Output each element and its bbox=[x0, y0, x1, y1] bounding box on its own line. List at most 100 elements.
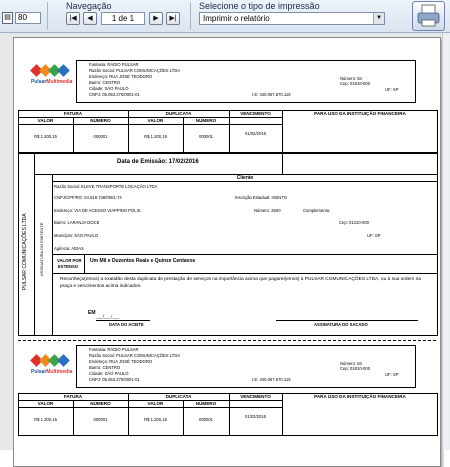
client-endereco: Endereço: VIA DE ACESSO VIAPPINO POLIS bbox=[54, 208, 141, 213]
issuer-endereco: Endereço: RUA JOSÉ TEODORO bbox=[89, 74, 153, 79]
page-indicator[interactable]: 1 de 1 bbox=[101, 12, 145, 25]
issuer-fantasia: Fantasia: RÁDIO PULSAR bbox=[89, 347, 139, 352]
zoom-input[interactable]: 80 bbox=[15, 12, 41, 24]
header-fatura: FATURA bbox=[63, 394, 83, 399]
duplicata-valor: R$ 1.200,15 bbox=[144, 134, 167, 139]
extenso-label-2: EXTENSO bbox=[58, 264, 79, 269]
issuer-cnpj: CNPJ: 05.053.275/0001-01 bbox=[89, 377, 140, 382]
issuer-fantasia: Fantasia: RÁDIO PULSAR bbox=[89, 62, 139, 67]
issuer-ie: I.E: 440.067.670.116 bbox=[252, 377, 291, 382]
issuer-razao: Razão Social: PULSAR COMUNICAÇÕES LTDA bbox=[89, 353, 181, 358]
em-label: EM bbox=[88, 310, 96, 316]
previous-page-button[interactable]: ◀ bbox=[83, 12, 97, 25]
issuer-bairro: Bairro: CENTRO bbox=[89, 365, 121, 370]
table-rule bbox=[18, 124, 282, 125]
header-valor: VALOR bbox=[37, 118, 54, 123]
issuer-ie: I.E: 440.067.670.116 bbox=[252, 92, 291, 97]
vencimento-value: 01/02/2016 bbox=[245, 131, 266, 136]
client-ie: Inscrição Estadual: ISENTO bbox=[235, 195, 288, 200]
table-rule bbox=[52, 181, 438, 182]
header-duplicata: DUPLICATA bbox=[165, 111, 192, 116]
issuer-endereco: Endereço: RUA JOSÉ TEODORO bbox=[89, 359, 153, 364]
client-cnpj: CNPJ/CPF/RG: 04.818.748/0001-74 bbox=[54, 195, 122, 200]
vencimento-value: 01/02/2016 bbox=[245, 414, 266, 419]
signer-caption: ASSINATURA DO SACADO bbox=[314, 322, 368, 327]
header-uso: PARA USO DA INSTITUIÇÃO FINANCEIRA bbox=[314, 111, 406, 116]
logo-brand2: Multimedia bbox=[46, 79, 73, 85]
issuer-uf: UF: SP bbox=[385, 372, 399, 377]
logo-brand2: Multimedia bbox=[46, 369, 73, 375]
vertical-scrollbar[interactable] bbox=[442, 33, 450, 450]
emission-date: Data de Emissão: 17/02/2016 bbox=[117, 159, 199, 165]
header-numero: NÚMERO bbox=[90, 401, 111, 406]
report-page: PulsarMultimedia Fantasia: RÁDIO PULSAR … bbox=[13, 37, 441, 467]
header-numero: NÚMERO bbox=[90, 118, 111, 123]
fatura-numero: 000001 bbox=[93, 134, 108, 139]
issuer-razao: Razão Social: PULSAR COMUNICAÇÕES LTDA bbox=[89, 68, 181, 73]
cut-line bbox=[18, 340, 436, 341]
side-label-company: PULSAR COMUNICAÇÕES LTDA bbox=[22, 213, 28, 290]
table-rule bbox=[52, 254, 438, 255]
table-rule bbox=[34, 153, 35, 336]
table-rule bbox=[18, 407, 282, 408]
client-uf: UF: SP bbox=[367, 233, 381, 238]
fatura-valor: R$ 1.200,15 bbox=[34, 134, 57, 139]
client-bairro: Bairro: LARANJA DOCE bbox=[54, 220, 100, 225]
print-button[interactable] bbox=[412, 1, 445, 31]
logo-mark bbox=[57, 354, 70, 367]
issuer-uf: UF: SP bbox=[385, 87, 399, 92]
logo-text: PulsarMultimedia bbox=[31, 80, 72, 85]
signature-line bbox=[276, 320, 418, 321]
duplicata-numero: 000001 bbox=[199, 417, 213, 422]
first-page-button[interactable]: |◀ bbox=[66, 12, 80, 25]
page-setup-icon[interactable]: ▤ bbox=[2, 12, 13, 24]
client-complemento: Complemento: bbox=[303, 208, 331, 213]
issuer-cep: Cep: 01810-000 bbox=[340, 81, 371, 86]
printer-icon bbox=[417, 4, 440, 27]
side-label-signature: ASSINATURA DO EMITENTE bbox=[39, 222, 44, 277]
logo-text: PulsarMultimedia bbox=[31, 370, 72, 375]
client-razao: Razão Social: ELEVE TRANSPORTE LOCAÇÃO L… bbox=[54, 184, 158, 189]
next-page-button[interactable]: ▶ bbox=[149, 12, 163, 25]
date-caption: DATA DO ACEITE bbox=[109, 322, 144, 327]
chevron-down-icon[interactable]: ▼ bbox=[373, 13, 384, 24]
table-rule bbox=[84, 254, 85, 273]
date-blank: ___/___/___ bbox=[96, 314, 120, 319]
client-municipio: Município: SÃO PAULO bbox=[54, 233, 99, 238]
extenso-text: Um Mil e Duzentos Reais e Quinze Centavo… bbox=[90, 258, 196, 264]
header-vencimento: VENCIMENTO bbox=[240, 394, 271, 399]
client-agencia: Agência: ADIAS bbox=[54, 246, 84, 251]
duplicata-valor: R$ 1.200,15 bbox=[144, 417, 167, 422]
client-numero: Número: 2500 bbox=[254, 208, 281, 213]
print-type-label: Selecione o tipo de impressão bbox=[199, 1, 320, 11]
extenso-label-1: VALOR POR bbox=[57, 258, 82, 263]
header-valor: VALOR bbox=[147, 118, 164, 123]
print-type-select[interactable]: Imprimir o relatório ▼ bbox=[199, 12, 385, 25]
navigation-label: Navegação bbox=[66, 1, 112, 11]
header-vencimento: VENCIMENTO bbox=[240, 111, 271, 116]
print-type-value: Imprimir o relatório bbox=[203, 14, 270, 23]
toolbar-separator bbox=[190, 2, 191, 30]
table-rule bbox=[282, 153, 283, 174]
header-numero: NÚMERO bbox=[195, 118, 217, 123]
table-rule bbox=[52, 273, 438, 274]
issuer-cep: Cep: 01810-000 bbox=[340, 366, 371, 371]
issuer-cnpj: CNPJ: 05.053.275/0001-01 bbox=[89, 92, 140, 97]
signature-line bbox=[96, 320, 150, 321]
declaration-text: Reconheço(emos) a exatidão desta duplica… bbox=[60, 277, 421, 289]
fatura-valor: R$ 1.200,15 bbox=[34, 417, 57, 422]
header-duplicata: DUPLICATA bbox=[165, 394, 192, 399]
logo-brand: Pulsar bbox=[31, 79, 47, 85]
issuer-cidade: Cidade: SÃO PAULO bbox=[89, 371, 129, 376]
report-toolbar: ▤ 80 Navegação |◀ ◀ 1 de 1 ▶ ▶| Selecion… bbox=[0, 0, 450, 33]
toolbar-separator bbox=[47, 2, 48, 30]
header-fatura: FATURA bbox=[63, 111, 83, 116]
report-viewer: PulsarMultimedia Fantasia: RÁDIO PULSAR … bbox=[0, 33, 450, 467]
logo-brand: Pulsar bbox=[31, 369, 47, 375]
header-valor: VALOR bbox=[147, 401, 164, 406]
last-page-button[interactable]: ▶| bbox=[166, 12, 180, 25]
client-cep: Cep: 01310-000 bbox=[339, 220, 370, 225]
issuer-bairro: Bairro: CENTRO bbox=[89, 80, 121, 85]
header-numero: NÚMERO bbox=[195, 401, 217, 406]
duplicata-numero: 000001 bbox=[199, 134, 213, 139]
